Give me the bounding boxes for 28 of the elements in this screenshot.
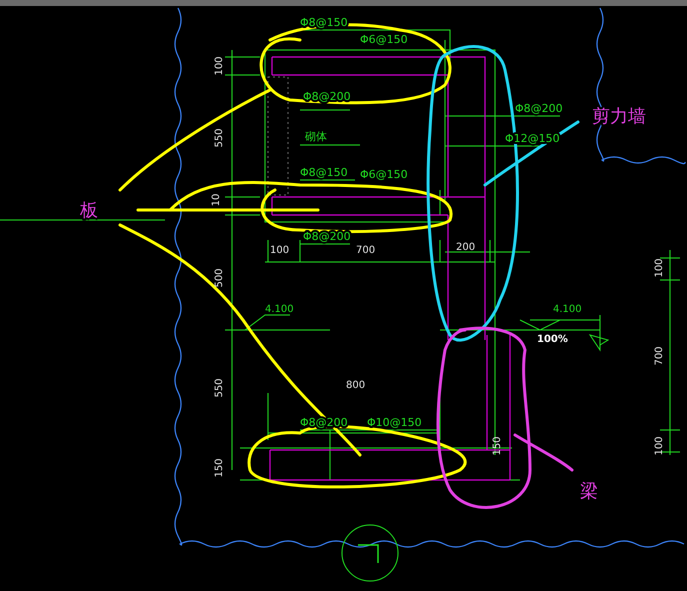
dimension-label: 500: [214, 268, 225, 288]
dimension-label: 100: [214, 56, 225, 76]
dimension-label: 550: [214, 128, 225, 148]
dimension-label: 550: [214, 378, 225, 398]
rebar-label: Φ10@150: [367, 416, 422, 429]
rebar-label: Φ6@150: [360, 33, 408, 46]
elevation-label: 4.100: [265, 304, 294, 315]
dimension-label: 150: [214, 458, 225, 478]
callout-label: 板: [80, 200, 98, 221]
dimension-label: 700: [654, 346, 665, 366]
rebar-label: Φ8@200: [515, 102, 563, 115]
axis-bubble-icon: [342, 524, 398, 582]
dimension-label: 100: [270, 245, 290, 256]
rebar-label: Φ8@150: [300, 166, 348, 179]
dimension-label: 700: [356, 245, 376, 256]
elevation-label: 4.100: [553, 304, 582, 315]
dimension-label: 100: [654, 436, 665, 456]
material-label: 砌体: [305, 130, 327, 143]
callout-label: 梁: [580, 481, 598, 502]
dimension-label: 200: [456, 242, 476, 253]
rebar-label: Φ8@200: [303, 230, 351, 243]
slope-label: 100%: [537, 334, 568, 345]
dimension-label: 10: [211, 194, 222, 206]
dimension-label: 150: [492, 436, 503, 456]
rebar-label: Φ6@150: [360, 168, 408, 181]
dimension-label: 800: [346, 380, 366, 391]
rebar-label: Φ8@200: [303, 90, 351, 103]
dimension-label: 100: [654, 258, 665, 278]
